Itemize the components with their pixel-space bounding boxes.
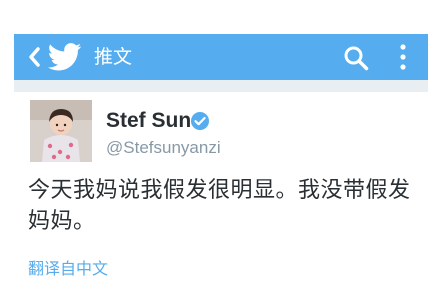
avatar-photo (30, 100, 92, 162)
app-header: 推文 (14, 34, 428, 80)
header-divider (14, 80, 428, 92)
twitter-bird-icon[interactable] (48, 43, 82, 71)
author-handle[interactable]: @Stefsunyanzi (106, 137, 221, 159)
more-vertical-icon[interactable] (397, 42, 409, 72)
search-icon[interactable] (342, 44, 370, 72)
tweet-text: 今天我妈说我假发很明显。我没带假发妈妈。 (28, 178, 411, 234)
back-button[interactable] (24, 45, 44, 69)
page-title: 推文 (94, 46, 133, 68)
avatar[interactable] (30, 100, 92, 162)
translate-link[interactable]: 翻译自中文 (28, 259, 108, 279)
tweet-screen: 推文 Stef Sun @Stefsunyanzi 今天我妈说我假发很明显。我没… (0, 0, 440, 281)
chevron-left-icon (29, 47, 40, 67)
author-name[interactable]: Stef Sun (106, 108, 191, 134)
verified-badge-icon (191, 112, 209, 130)
